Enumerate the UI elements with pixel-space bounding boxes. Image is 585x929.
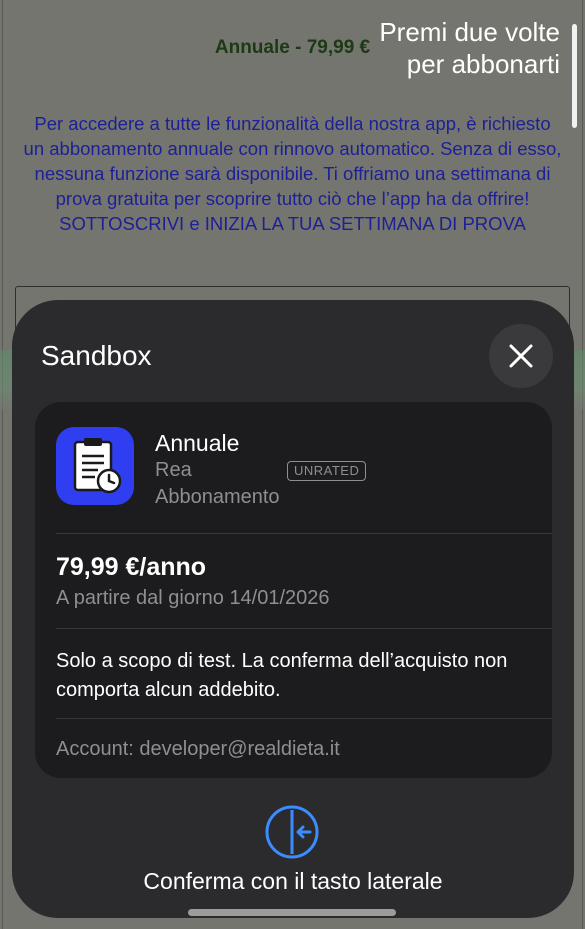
home-indicator[interactable] (188, 909, 396, 916)
bg-description: Per accedere a tutte le funzionalità del… (23, 113, 562, 234)
bg-divider (2, 0, 3, 929)
divider (56, 533, 552, 534)
divider (56, 628, 552, 629)
close-icon (509, 344, 533, 368)
rating-badge: UNRATED (287, 461, 367, 481)
purchase-card: Annuale Rea UNRATED Abbonamento 79,99 €/… (35, 402, 552, 778)
hint-line-1: Premi due volte (379, 17, 560, 47)
product-type: Abbonamento (155, 486, 280, 508)
close-button[interactable] (489, 324, 553, 388)
scroll-indicator (572, 24, 577, 128)
side-button-icon (265, 805, 319, 859)
hint-line-2: per abbonarti (406, 49, 560, 79)
double-press-hint: Premi due volte per abbonarti (379, 16, 560, 80)
sandbox-sheet: Sandbox Annuale Rea UNRATED Abbonamento … (12, 300, 574, 918)
divider (56, 718, 552, 719)
confirm-instruction: Conferma con il tasto laterale (143, 868, 443, 894)
product-name: Annuale (155, 430, 240, 456)
test-note: Solo a scopo di test. La conferma dell’a… (56, 650, 508, 701)
account-line: Account: developer@realdieta.it (56, 738, 340, 760)
start-date: A partire dal giorno 14/01/2026 (56, 587, 330, 609)
sheet-title: Sandbox (41, 340, 152, 371)
app-icon (56, 427, 134, 505)
clipboard-clock-icon (73, 438, 122, 494)
developer-name: Rea (155, 459, 192, 481)
bg-divider (582, 0, 583, 929)
price: 79,99 €/anno (56, 553, 207, 581)
